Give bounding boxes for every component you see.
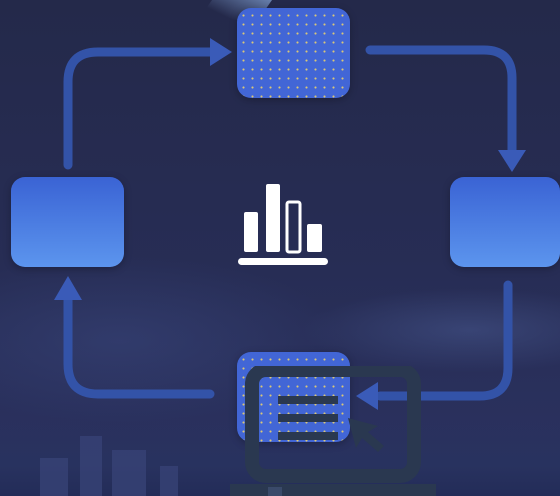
node-top <box>237 8 350 98</box>
arrowhead-bottom-to-left <box>54 276 82 300</box>
monitor-cursor-icon <box>230 366 436 496</box>
connector-bottom-to-left <box>63 295 215 399</box>
connector-left-to-top <box>63 47 225 170</box>
arrowhead-top-to-right <box>498 150 526 172</box>
connector-top-to-right <box>365 45 517 155</box>
bar-chart-icon <box>238 184 328 265</box>
arrowhead-left-to-top <box>210 38 232 66</box>
node-right <box>450 177 560 267</box>
node-left <box>11 177 124 267</box>
